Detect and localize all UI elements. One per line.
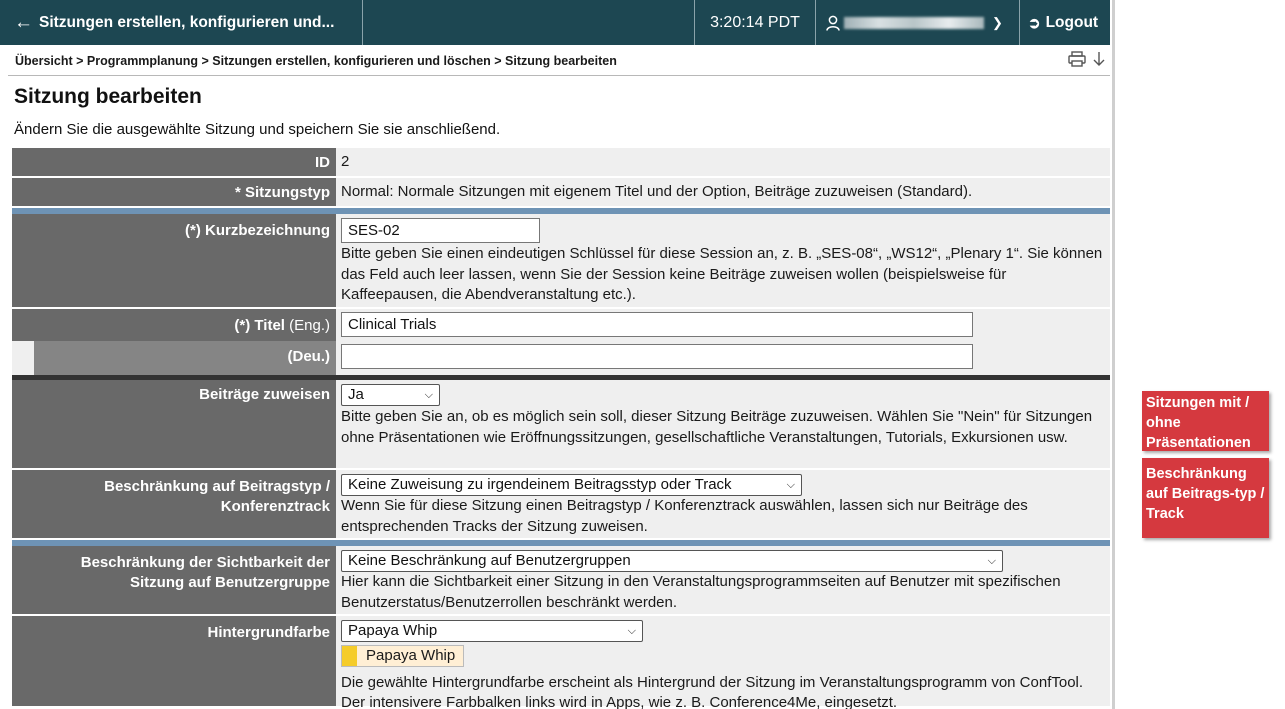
assign-help: Bitte geben Sie an, ob es möglich sein s… bbox=[341, 408, 1093, 446]
title-en-input[interactable] bbox=[341, 312, 973, 337]
user-icon bbox=[826, 15, 840, 31]
breadcrumb-path[interactable]: Übersicht > Programmplanung > Sitzungen … bbox=[15, 54, 617, 68]
color-swatch-label: Papaya Whip bbox=[366, 646, 456, 664]
session-type-value: Normal: Normale Sitzungen mit eigenem Ti… bbox=[336, 178, 1110, 206]
sessions-with-without-presentations-button[interactable]: Sitzungen mit / ohne Präsentationen bbox=[1142, 391, 1269, 451]
id-label: ID bbox=[12, 148, 336, 176]
background-color-help: Die gewählte Hintergrundfarbe erscheint … bbox=[341, 673, 1084, 709]
page-title: Sitzung bearbeiten bbox=[14, 85, 202, 108]
chevron-down-icon: ⌵ bbox=[786, 478, 795, 491]
user-name-blurred bbox=[844, 16, 984, 29]
row-restrict-type: Beschränkung auf Beitragstyp / Konferenz… bbox=[12, 470, 1110, 540]
top-bar-title: Sitzungen erstellen, konfigurieren und..… bbox=[39, 13, 335, 31]
page-intro: Ändern Sie die ausgewählte Sitzung und s… bbox=[14, 121, 501, 138]
breadcrumb: Übersicht > Programmplanung > Sitzungen … bbox=[8, 46, 1110, 76]
chevron-down-icon: ⌵ bbox=[987, 554, 996, 567]
background-color-select[interactable]: Papaya Whip ⌵ bbox=[341, 620, 643, 642]
logout-icon: ➲ bbox=[1028, 14, 1041, 32]
restrict-type-label: Beschränkung auf Beitragstyp / Konferenz… bbox=[12, 470, 336, 538]
restrict-type-select[interactable]: Keine Zuweisung zu irgendeinem Beitragss… bbox=[341, 474, 802, 496]
color-swatch: Papaya Whip bbox=[341, 645, 465, 667]
row-background-color: Hintergrundfarbe Papaya Whip ⌵ Papaya Whi… bbox=[12, 616, 1110, 709]
session-edit-form: ID 2 * Sitzungstyp Normal: Normale Sitzu… bbox=[12, 148, 1110, 709]
short-name-label: (*) Kurzbezeichnung bbox=[12, 214, 336, 307]
chevron-down-icon: ⌵ bbox=[627, 624, 636, 637]
color-swatch-bar bbox=[342, 646, 357, 666]
visibility-help: Hier kann die Sichtbarkeit einer Sitzung… bbox=[341, 573, 1061, 611]
assign-select[interactable]: Ja ⌵ bbox=[341, 384, 440, 406]
row-session-type: * Sitzungstyp Normal: Normale Sitzungen … bbox=[12, 178, 1110, 208]
page-edge bbox=[1112, 0, 1115, 709]
logout-button[interactable]: ➲ Logout bbox=[1019, 0, 1110, 45]
title-de-input[interactable] bbox=[341, 344, 973, 369]
chevron-down-icon: ❯ bbox=[992, 14, 1003, 30]
row-title-en: (*) Titel (Eng.) bbox=[12, 309, 1110, 341]
top-bar: ← Sitzungen erstellen, konfigurieren und… bbox=[0, 0, 1110, 45]
title-label: (*) Titel (Eng.) bbox=[12, 309, 336, 341]
print-icon[interactable] bbox=[1068, 51, 1086, 67]
session-type-label: * Sitzungstyp bbox=[12, 178, 336, 206]
restrict-type-help: Wenn Sie für diese Sitzung einen Beitrag… bbox=[341, 497, 1028, 535]
visibility-label: Beschränkung der Sichtbarkeit der Sitzun… bbox=[12, 546, 336, 614]
background-color-label: Hintergrundfarbe bbox=[12, 616, 336, 706]
short-name-input[interactable] bbox=[341, 218, 540, 243]
row-assign-contributions: Beiträge zuweisen Ja ⌵ Bitte geben Sie an… bbox=[12, 380, 1110, 470]
logout-label: Logout bbox=[1045, 13, 1099, 31]
title-de-label: (Deu.) bbox=[12, 341, 336, 375]
back-arrow-icon: ← bbox=[14, 11, 33, 33]
back-to-overview-link[interactable]: ← Sitzungen erstellen, konfigurieren und… bbox=[0, 0, 363, 45]
download-arrow-icon[interactable] bbox=[1092, 51, 1106, 67]
user-menu[interactable]: ❯ bbox=[815, 0, 1019, 45]
row-title-de: (Deu.) bbox=[12, 341, 1110, 375]
row-visibility: Beschränkung der Sichtbarkeit der Sitzun… bbox=[12, 546, 1110, 616]
visibility-select[interactable]: Keine Beschränkung auf Benutzergruppen ⌵ bbox=[341, 550, 1003, 572]
assign-label: Beiträge zuweisen bbox=[12, 380, 336, 468]
clock: 3:20:14 PDT bbox=[694, 0, 815, 45]
chevron-down-icon: ⌵ bbox=[424, 388, 433, 401]
short-name-help: Bitte geben Sie einen eindeutigen Schlüs… bbox=[341, 245, 1103, 303]
row-short-name: (*) Kurzbezeichnung Bitte geben Sie eine… bbox=[12, 214, 1110, 309]
row-id: ID 2 bbox=[12, 148, 1110, 178]
id-value: 2 bbox=[336, 148, 1110, 176]
restriction-type-track-button[interactable]: Beschränkung auf Beitrags-typ / Track bbox=[1142, 458, 1269, 538]
